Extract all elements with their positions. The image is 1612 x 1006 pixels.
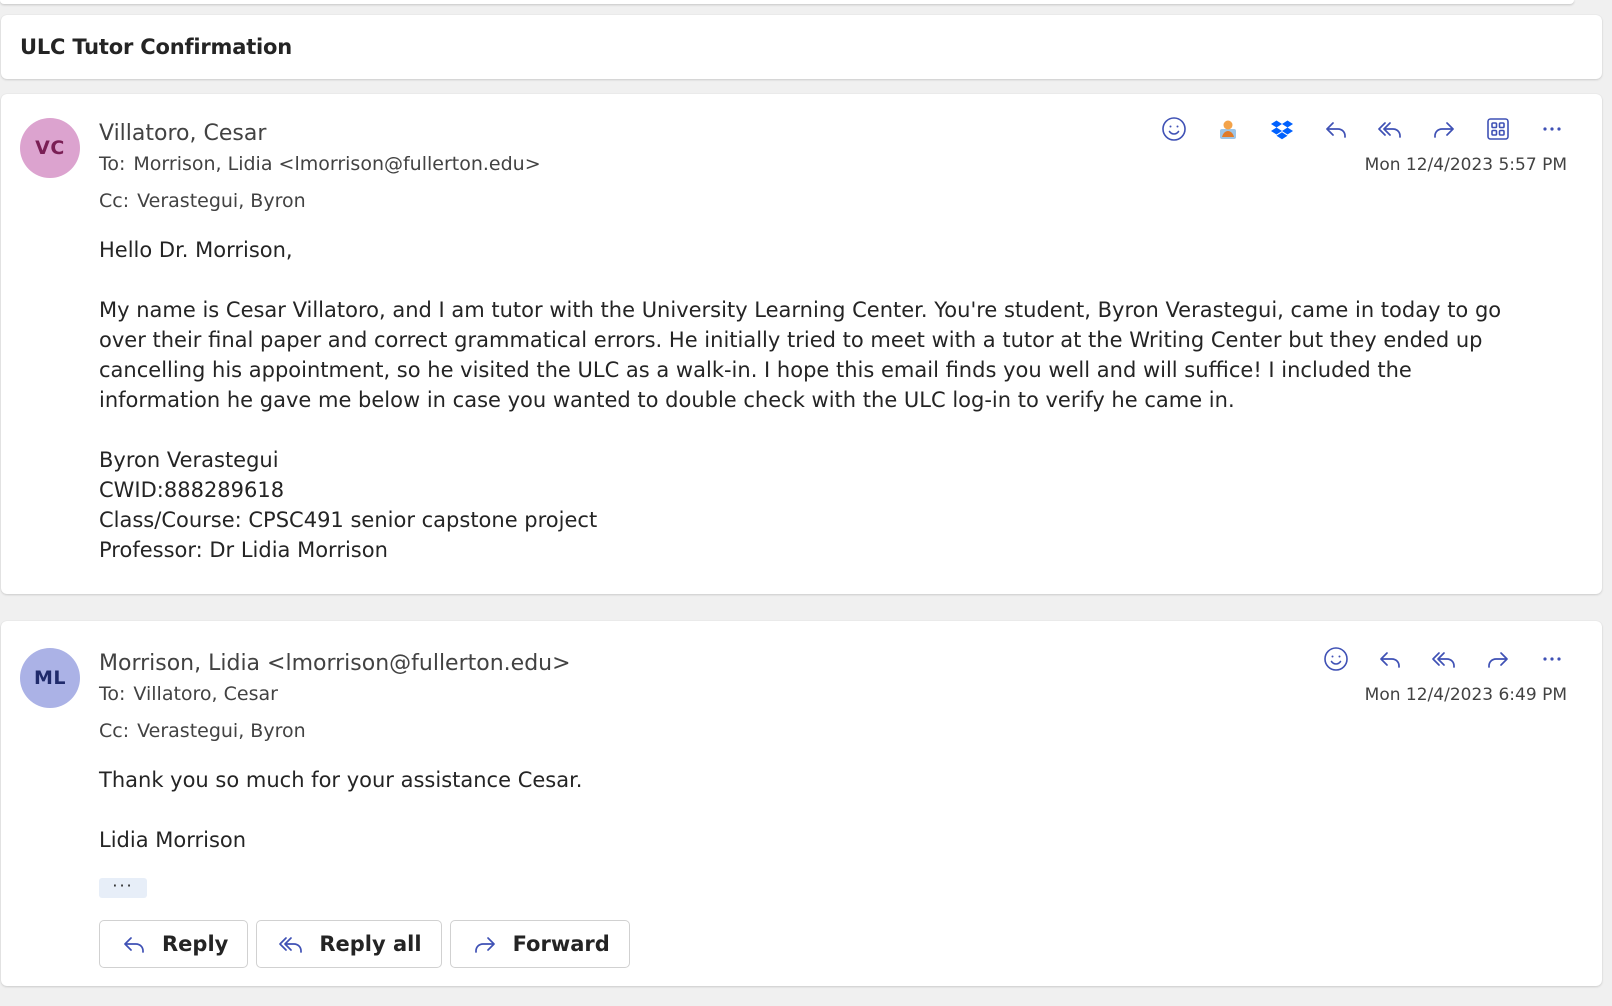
- react-button[interactable]: [1318, 641, 1354, 677]
- previous-card-edge: [0, 0, 1574, 4]
- forward-label: Forward: [512, 932, 610, 956]
- sent-datetime: Mon 12/4/2023 6:49 PM: [1364, 685, 1567, 705]
- to-label: To:: [99, 683, 126, 705]
- reply-all-icon-button[interactable]: [1372, 111, 1408, 147]
- cc-line: Cc: Verastegui, Byron: [99, 720, 306, 742]
- subject-header: ULC Tutor Confirmation: [1, 15, 1602, 79]
- reply-button[interactable]: Reply: [99, 920, 249, 968]
- addin-person-icon: [1220, 120, 1236, 139]
- signature: Lidia Morrison: [99, 828, 247, 852]
- forward-button[interactable]: Forward: [449, 920, 630, 968]
- message-card-2[interactable]: ML Morrison, Lidia <lmorrison@fullerton.…: [1, 621, 1602, 986]
- message-actions: [1156, 111, 1570, 147]
- forward-icon: [474, 937, 495, 953]
- show-quoted-text-button[interactable]: ···: [99, 876, 147, 898]
- react-button[interactable]: [1156, 111, 1192, 147]
- reply-icon: [124, 937, 144, 953]
- avatar[interactable]: ML: [20, 648, 80, 708]
- more-actions-button[interactable]: [1534, 641, 1570, 677]
- info-course: Class/Course: CPSC491 senior capstone pr…: [99, 508, 598, 532]
- more-icon: [1543, 657, 1561, 661]
- reply-all-button[interactable]: Reply all: [256, 920, 442, 968]
- cc-recipient[interactable]: Verastegui, Byron: [137, 720, 306, 742]
- more-icon: [1543, 127, 1561, 131]
- cc-label: Cc:: [99, 720, 130, 742]
- reply-icon: [1380, 652, 1400, 668]
- forward-icon: [1434, 122, 1454, 138]
- cc-recipient[interactable]: Verastegui, Byron: [137, 190, 306, 212]
- reply-icon: [1326, 122, 1346, 138]
- body-paragraph: My name is Cesar Villatoro, and I am tut…: [99, 298, 1502, 412]
- forward-icon: [1488, 652, 1508, 668]
- message-card-1[interactable]: VC Villatoro, Cesar To: Morrison, Lidia <…: [1, 94, 1602, 594]
- reply-all-icon-button[interactable]: [1426, 641, 1462, 677]
- apps-button[interactable]: [1480, 111, 1516, 147]
- avatar[interactable]: VC: [20, 118, 80, 178]
- smiley-icon: [1162, 117, 1186, 141]
- message-body: Hello Dr. Morrison, My name is Cesar Vil…: [99, 235, 1539, 565]
- info-cwid: CWID:888289618: [99, 478, 285, 502]
- reply-icon-button[interactable]: [1372, 641, 1408, 677]
- apps-grid-icon: [1487, 118, 1509, 140]
- reply-all-icon: [279, 937, 303, 953]
- info-professor: Professor: Dr Lidia Morrison: [99, 538, 388, 562]
- sender-name[interactable]: Morrison, Lidia <lmorrison@fullerton.edu…: [99, 651, 571, 676]
- forward-icon-button[interactable]: [1480, 641, 1516, 677]
- to-recipient[interactable]: Villatoro, Cesar: [133, 683, 278, 705]
- sent-datetime: Mon 12/4/2023 5:57 PM: [1364, 155, 1567, 175]
- greeting: Hello Dr. Morrison,: [99, 238, 293, 262]
- reply-icon-button[interactable]: [1318, 111, 1354, 147]
- to-label: To:: [99, 153, 126, 175]
- reply-actions: Reply Reply all Forward: [99, 920, 630, 968]
- smiley-icon: [1324, 647, 1348, 671]
- message-actions: [1318, 641, 1570, 677]
- to-line: To: Morrison, Lidia <lmorrison@fullerton.…: [99, 153, 541, 175]
- more-actions-button[interactable]: [1534, 111, 1570, 147]
- body-line: Thank you so much for your assistance Ce…: [99, 768, 583, 792]
- message-body: Thank you so much for your assistance Ce…: [99, 765, 1539, 855]
- dropbox-button[interactable]: [1264, 111, 1300, 147]
- reply-label: Reply: [162, 932, 229, 956]
- reply-all-label: Reply all: [319, 932, 422, 956]
- dropbox-icon: [1271, 120, 1293, 140]
- sender-name[interactable]: Villatoro, Cesar: [99, 121, 266, 146]
- reply-all-icon: [1378, 122, 1401, 138]
- reply-all-icon: [1432, 652, 1455, 668]
- to-recipient[interactable]: Morrison, Lidia <lmorrison@fullerton.edu…: [133, 153, 540, 175]
- cc-line: Cc: Verastegui, Byron: [99, 190, 306, 212]
- cc-label: Cc:: [99, 190, 130, 212]
- email-subject: ULC Tutor Confirmation: [20, 35, 293, 59]
- info-name: Byron Verastegui: [99, 448, 279, 472]
- addin-button[interactable]: [1210, 111, 1246, 147]
- forward-icon-button[interactable]: [1426, 111, 1462, 147]
- to-line: To: Villatoro, Cesar: [99, 683, 278, 705]
